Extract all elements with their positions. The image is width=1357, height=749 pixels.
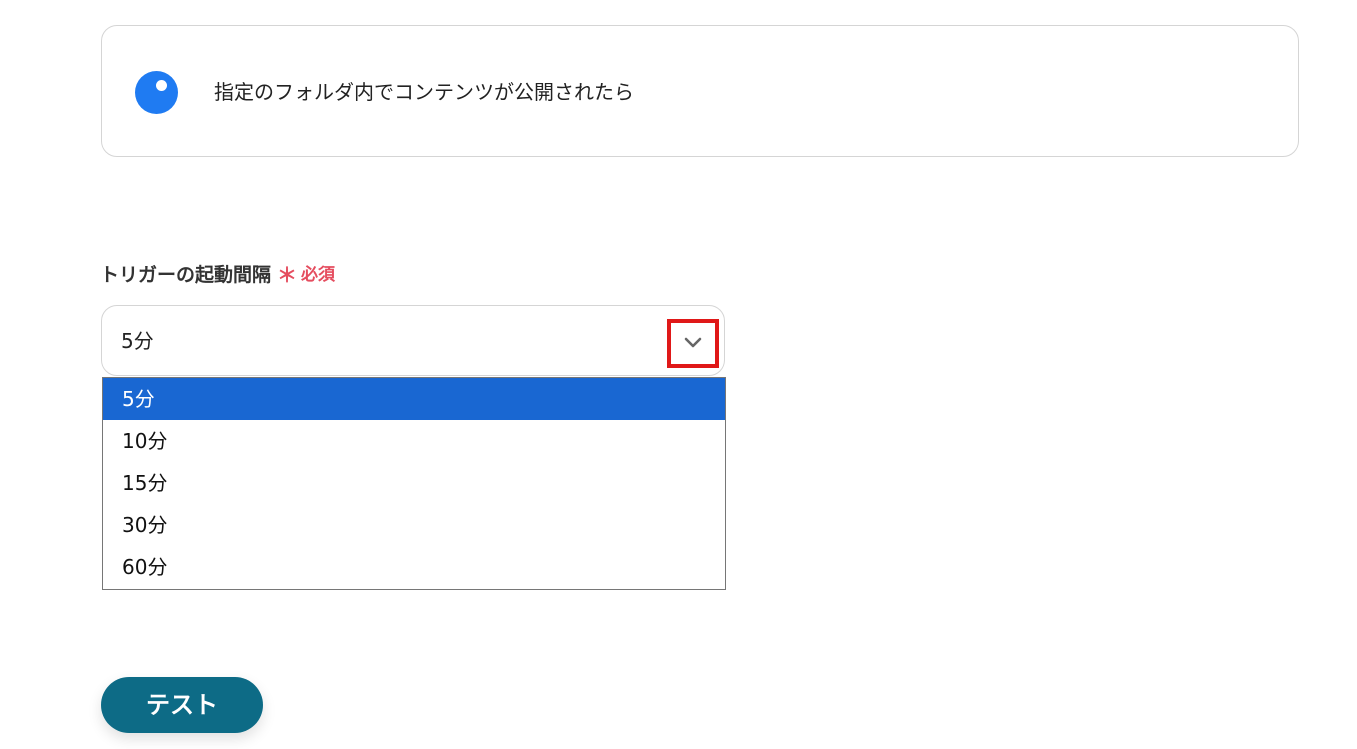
app-icon bbox=[135, 71, 178, 114]
chevron-down-icon bbox=[684, 337, 702, 348]
required-label: 必須 bbox=[301, 265, 336, 285]
option-30min[interactable]: 30分 bbox=[103, 504, 725, 546]
option-5min[interactable]: 5分 bbox=[103, 378, 725, 420]
app-icon-dot bbox=[156, 80, 167, 91]
interval-options-list: 5分 10分 15分 30分 60分 bbox=[102, 377, 726, 590]
required-asterisk: ＊ bbox=[277, 263, 298, 287]
trigger-card[interactable]: 指定のフォルダ内でコンテンツが公開されたら bbox=[101, 25, 1299, 157]
interval-field-label: トリガーの起動間隔 bbox=[100, 264, 272, 286]
page: 指定のフォルダ内でコンテンツが公開されたら トリガーの起動間隔 ＊ 必須 5分 … bbox=[0, 0, 1357, 749]
option-60min[interactable]: 60分 bbox=[103, 546, 725, 588]
dropdown-toggle-highlight[interactable] bbox=[667, 319, 719, 368]
trigger-title: 指定のフォルダ内でコンテンツが公開されたら bbox=[214, 80, 634, 104]
interval-select-value: 5分 bbox=[121, 329, 154, 353]
option-15min[interactable]: 15分 bbox=[103, 462, 725, 504]
interval-field-label-row: トリガーの起動間隔 ＊ 必須 bbox=[100, 262, 335, 288]
interval-select[interactable]: 5分 bbox=[101, 305, 725, 376]
test-button[interactable]: テスト bbox=[101, 677, 263, 733]
option-10min[interactable]: 10分 bbox=[103, 420, 725, 462]
